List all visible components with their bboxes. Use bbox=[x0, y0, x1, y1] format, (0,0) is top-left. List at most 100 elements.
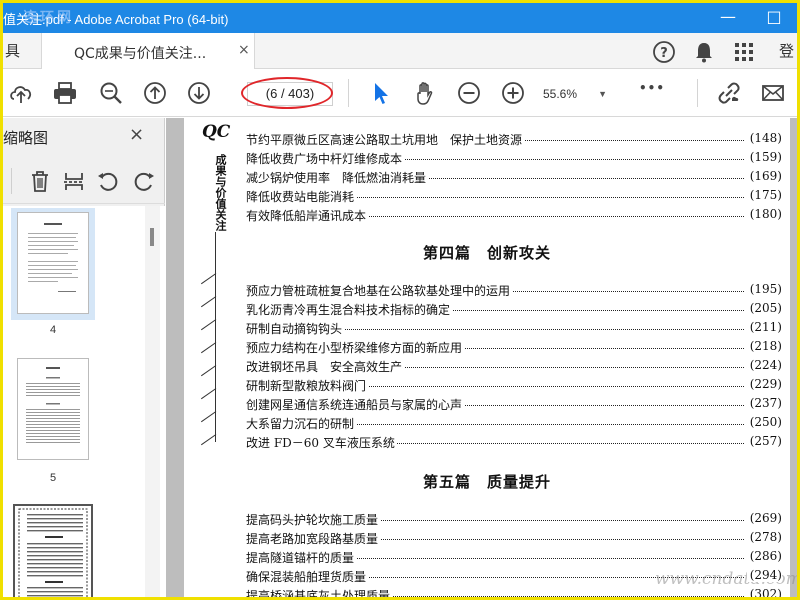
apps-grid-icon[interactable] bbox=[731, 39, 757, 65]
section-heading: 第五篇 质量提升 bbox=[422, 473, 551, 491]
print-icon[interactable] bbox=[51, 79, 79, 107]
svg-text:?: ? bbox=[660, 46, 668, 61]
toc-title: 研制自动摘钩钩头 bbox=[246, 320, 345, 337]
tab-home[interactable]: 具 bbox=[3, 33, 35, 69]
margin-tick bbox=[200, 319, 217, 331]
toc-page: (169) bbox=[746, 169, 782, 183]
toc-title: 预应力结构在小型桥梁维修方面的新应用 bbox=[246, 339, 465, 356]
thumbnail-page-5[interactable] bbox=[17, 358, 89, 460]
document-view[interactable]: QC 成果与价值关注 节约平原微丘区高速公路取土坑用地 保护土地资源 (148) … bbox=[166, 118, 797, 597]
tab-document-label: QC成果与价值关注... bbox=[74, 46, 207, 62]
zoom-level-value: 55.6% bbox=[543, 87, 578, 101]
toc-entry: 研制自动摘钩钩头 (211) bbox=[246, 320, 782, 337]
previous-page-icon[interactable] bbox=[141, 79, 169, 107]
upload-cloud-icon[interactable] bbox=[7, 79, 35, 107]
toc-page: (278) bbox=[746, 530, 782, 544]
toc-entry: 减少锅炉使用率 降低燃油消耗量 (169) bbox=[246, 169, 782, 186]
toc-entry: 提高老路加宽段路基质量 (278) bbox=[246, 530, 782, 547]
screenshot-frame: 值关注.pdf - Adobe Acrobat Pro (64-bit) 连环网… bbox=[0, 0, 800, 600]
toc-entry: 节约平原微丘区高速公路取土坑用地 保护土地资源 (148) bbox=[246, 131, 782, 148]
toc-page: (286) bbox=[746, 549, 782, 563]
toc-entry: 降低收费广场中杆灯维修成本 (159) bbox=[246, 150, 782, 167]
toc-page: (224) bbox=[746, 358, 782, 372]
maximize-button[interactable]: □ bbox=[751, 3, 797, 33]
chevron-down-icon: ▼ bbox=[598, 89, 607, 99]
thumbnail-page-number: 5 bbox=[49, 472, 57, 484]
toc-page: (257) bbox=[746, 434, 782, 448]
section-heading: 第四篇 创新攻关 bbox=[422, 244, 551, 262]
rotate-right-icon[interactable] bbox=[131, 168, 157, 194]
toc-page: (294) bbox=[746, 568, 782, 582]
vertical-book-title: 成果与价值关注 bbox=[214, 154, 227, 231]
thumbnail-scrollbar[interactable] bbox=[145, 206, 160, 597]
toolbar-divider bbox=[697, 79, 698, 107]
next-page-icon[interactable] bbox=[185, 79, 213, 107]
toc-entry: 乳化沥青冷再生混合料技术指标的确定 (205) bbox=[246, 301, 782, 318]
toc-entry: 提高隧道锚杆的质量 (286) bbox=[246, 549, 782, 566]
margin-tick bbox=[200, 388, 217, 400]
toc-title: 乳化沥青冷再生混合料技术指标的确定 bbox=[246, 301, 453, 318]
rotate-left-icon[interactable] bbox=[95, 168, 121, 194]
toc-page: (237) bbox=[746, 396, 782, 410]
toc-page: (250) bbox=[746, 415, 782, 429]
toolbar-divider bbox=[348, 79, 349, 107]
toc-entry: 研制新型散粮放料阀门 (229) bbox=[246, 377, 782, 394]
tab-close-icon[interactable]: × bbox=[238, 42, 250, 58]
margin-tick bbox=[200, 365, 217, 377]
search-icon[interactable] bbox=[97, 79, 125, 107]
toc-page: (159) bbox=[746, 150, 782, 164]
toc-entry: 大系留力沉石的研制 (250) bbox=[246, 415, 782, 432]
toc-page: (229) bbox=[746, 377, 782, 391]
more-tools-icon[interactable]: ••• bbox=[639, 81, 665, 95]
minimize-button[interactable]: — bbox=[705, 3, 751, 33]
panel-divider bbox=[11, 168, 12, 194]
toc-entry: 有效降低船岸通讯成本 (180) bbox=[246, 207, 782, 224]
extract-pages-icon[interactable] bbox=[61, 168, 87, 194]
share-link-icon[interactable] bbox=[715, 79, 743, 107]
margin-tick bbox=[200, 342, 217, 354]
toc-page: (211) bbox=[746, 320, 782, 334]
zoom-out-icon[interactable] bbox=[455, 79, 483, 107]
zoom-in-icon[interactable] bbox=[499, 79, 527, 107]
toc-page: (302) bbox=[746, 587, 782, 597]
toc-entry: 降低收费站电能消耗 (175) bbox=[246, 188, 782, 205]
email-icon[interactable] bbox=[759, 79, 787, 107]
toc-title: 改进 FD－60 叉车液压系统 bbox=[246, 434, 397, 451]
toc-title: 提高老路加宽段路基质量 bbox=[246, 530, 381, 547]
trash-icon[interactable] bbox=[27, 168, 53, 194]
toc-title: 降低收费广场中杆灯维修成本 bbox=[246, 150, 405, 167]
annotation-highlight-oval bbox=[241, 77, 333, 109]
toc-title: 预应力管桩疏桩复合地基在公路软基处理中的运用 bbox=[246, 282, 513, 299]
page-logo: QC bbox=[202, 122, 231, 142]
toc-title: 减少锅炉使用率 降低燃油消耗量 bbox=[246, 169, 429, 186]
sign-in-label[interactable]: 登 bbox=[779, 40, 794, 61]
toc-title: 节约平原微丘区高速公路取土坑用地 保护土地资源 bbox=[246, 131, 525, 148]
toc-page: (195) bbox=[746, 282, 782, 296]
thumbnail-page-4[interactable] bbox=[11, 208, 95, 320]
toc-entry: 改进 FD－60 叉车液压系统 (257) bbox=[246, 434, 782, 451]
thumbnail-image bbox=[17, 212, 89, 314]
toc-entry: 提高码头护轮坎施工质量 (269) bbox=[246, 511, 782, 528]
toc-entry: 预应力结构在小型桥梁维修方面的新应用 (218) bbox=[246, 339, 782, 356]
toc-title: 提高码头护轮坎施工质量 bbox=[246, 511, 381, 528]
panel-toolbar bbox=[3, 160, 165, 204]
margin-tick bbox=[200, 296, 217, 308]
toc-page: (205) bbox=[746, 301, 782, 315]
tab-document[interactable]: QC成果与价值关注... × bbox=[41, 33, 255, 70]
margin-tick bbox=[200, 434, 217, 446]
help-icon[interactable]: ? bbox=[651, 39, 677, 65]
toc-page: (148) bbox=[746, 131, 782, 145]
margin-tick bbox=[200, 273, 217, 285]
scrollbar-thumb[interactable] bbox=[150, 228, 154, 246]
title-bar: 值关注.pdf - Adobe Acrobat Pro (64-bit) 连环网… bbox=[3, 3, 797, 33]
zoom-level-dropdown[interactable]: 55.6% ▼ bbox=[543, 82, 613, 106]
thumbnail-page-6[interactable] bbox=[13, 504, 93, 597]
hand-tool-icon[interactable] bbox=[411, 79, 439, 107]
select-pointer-icon[interactable] bbox=[367, 79, 395, 107]
notification-bell-icon[interactable] bbox=[691, 39, 717, 65]
close-panel-icon[interactable]: × bbox=[129, 124, 144, 145]
toc-title: 降低收费站电能消耗 bbox=[246, 188, 357, 205]
margin-tick bbox=[200, 411, 217, 423]
toc-title: 创建网星通信系统连通船员与家属的心声 bbox=[246, 396, 465, 413]
toc-title: 改进钢坯吊具 安全高效生产 bbox=[246, 358, 405, 375]
